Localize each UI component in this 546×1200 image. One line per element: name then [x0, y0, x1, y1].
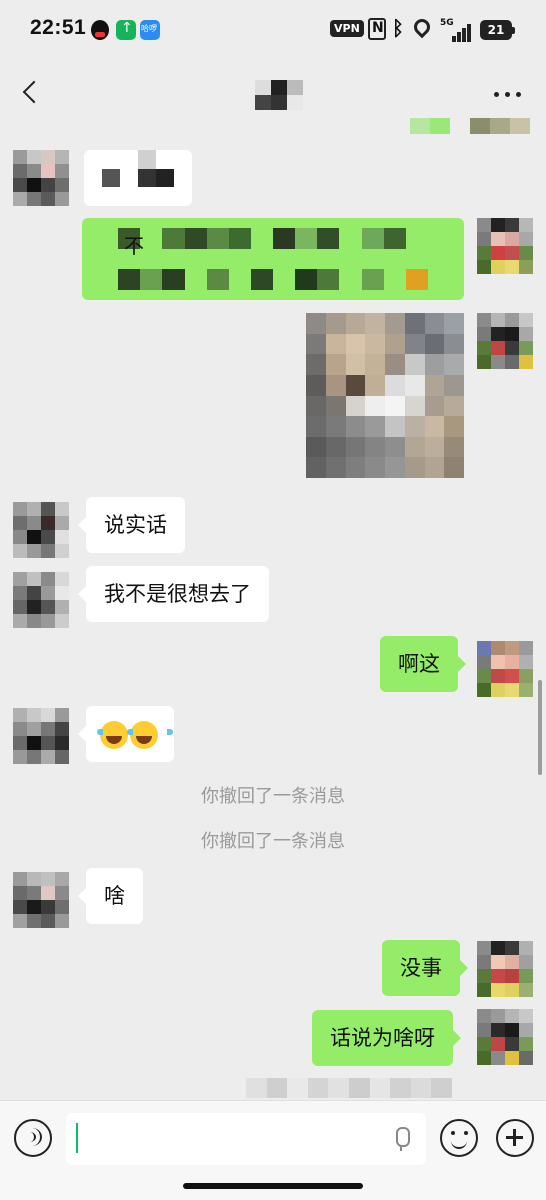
blurred-message-bubble[interactable]	[84, 150, 192, 206]
my-avatar[interactable]	[477, 1009, 533, 1065]
location-icon	[410, 15, 434, 39]
plus-icon[interactable]	[496, 1119, 534, 1157]
avatar[interactable]	[13, 572, 69, 628]
blurred-quick-reply-strip	[246, 1078, 452, 1098]
message-input[interactable]	[66, 1113, 426, 1165]
battery-icon: 21	[480, 20, 515, 40]
voice-icon[interactable]	[14, 1119, 52, 1157]
message-bubble[interactable]: 话说为啥呀	[312, 1010, 461, 1066]
chevron-left-icon[interactable]	[18, 78, 46, 108]
avatar[interactable]	[13, 150, 69, 206]
vpn-badge: VPN	[330, 20, 364, 37]
avatar[interactable]	[13, 872, 69, 928]
message-bubble[interactable]: 啥	[78, 868, 143, 924]
status-time: 22:51	[30, 16, 87, 39]
upload-app-icon	[116, 20, 136, 40]
message-bubble[interactable]: 啊这	[380, 636, 466, 692]
hellobike-app-icon	[140, 20, 160, 40]
home-indicator[interactable]	[183, 1183, 363, 1189]
my-avatar[interactable]	[477, 313, 533, 369]
face-with-tears-of-joy-icon	[127, 721, 173, 749]
image-message[interactable]	[306, 313, 464, 478]
message-bubble[interactable]: 没事	[382, 940, 468, 996]
face-with-tears-of-joy-icon	[97, 721, 143, 749]
bluetooth-icon: ᛒ	[392, 16, 404, 40]
status-bar: 22:51 VPN ᛒ 5G 21	[0, 0, 546, 58]
microphone-icon[interactable]	[392, 1127, 410, 1153]
qq-icon	[91, 20, 109, 40]
chat-title-blurred	[255, 80, 303, 110]
scrollbar[interactable]	[538, 680, 542, 775]
network-label: 5G	[440, 18, 454, 28]
emoji-icon[interactable]	[440, 1119, 478, 1157]
signal-icon: 5G	[440, 18, 471, 42]
chat-screen: 22:51 VPN ᛒ 5G 21	[0, 0, 546, 1200]
text-caret	[76, 1123, 78, 1153]
message-bubble[interactable]: 我不是很想去了	[78, 566, 269, 622]
my-avatar[interactable]	[477, 941, 533, 997]
my-avatar[interactable]	[477, 641, 533, 697]
avatar[interactable]	[13, 502, 69, 558]
emoji-message-bubble[interactable]	[78, 706, 174, 762]
more-dots-icon[interactable]	[488, 84, 528, 104]
visible-fragment-text: 不	[124, 234, 144, 258]
nfc-icon	[368, 18, 386, 40]
recalled-message-notice: 你撤回了一条消息	[201, 831, 345, 852]
avatar[interactable]	[13, 708, 69, 764]
blurred-message-partial	[410, 118, 530, 134]
recalled-message-notice: 你撤回了一条消息	[201, 786, 345, 807]
message-bubble[interactable]: 说实话	[78, 497, 185, 553]
my-avatar[interactable]	[477, 218, 533, 274]
